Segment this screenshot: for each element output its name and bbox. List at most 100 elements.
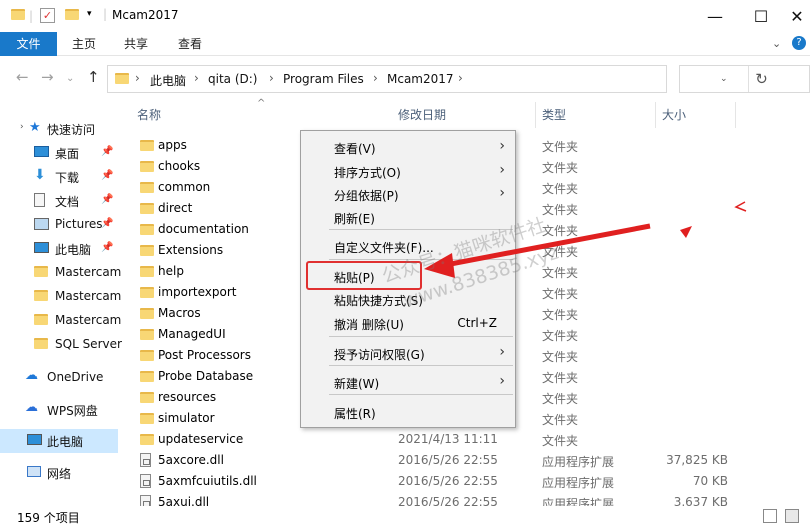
file-name: 5axmfcuiutils.dll — [158, 474, 257, 488]
nav-label: 此电脑 — [47, 435, 84, 449]
file-name: Extensions — [158, 243, 224, 257]
menu-item-label: 自定义文件夹(F)... — [334, 241, 434, 255]
nav-label: 网络 — [47, 467, 72, 481]
nav-item-quick-access[interactable]: › ★ 快速访问 — [0, 117, 118, 141]
breadcrumb-program-files[interactable]: Program Files — [283, 72, 364, 86]
chevron-right-icon[interactable]: › — [135, 71, 140, 85]
breadcrumb-this-pc[interactable]: 此电脑 — [150, 72, 186, 89]
menu-item[interactable]: 查看(V) › — [301, 136, 515, 159]
file-type: 文件夹 — [542, 140, 579, 154]
file-name: help — [158, 264, 184, 278]
chevron-right-icon[interactable]: › — [269, 71, 274, 85]
properties-icon[interactable]: ✓ — [40, 8, 55, 23]
forward-icon[interactable]: → — [41, 68, 54, 86]
window-title: Mcam2017 — [112, 8, 179, 22]
menu-shortcut: Ctrl+Z — [457, 316, 497, 330]
computer-icon — [27, 434, 42, 445]
column-name[interactable]: 名称 — [131, 102, 391, 128]
large-icons-view-icon[interactable] — [785, 509, 799, 523]
nav-item-onedrive[interactable]: ☁ OneDrive — [0, 366, 118, 390]
new-folder-icon[interactable] — [65, 9, 79, 23]
expand-ribbon-icon[interactable]: ⌄ — [772, 37, 781, 50]
breadcrumb-drive[interactable]: qita (D:) — [208, 72, 257, 86]
up-icon[interactable]: ↑ — [87, 68, 100, 86]
navigation-pane: › ★ 快速访问 桌面 📌 ⬇ 下载 📌 文档 📌 Pictures 📌 此电脑… — [0, 100, 122, 506]
nav-item-downloads[interactable]: ⬇ 下载 📌 — [0, 165, 118, 189]
chevron-right-icon[interactable]: › — [20, 122, 24, 132]
menu-item[interactable]: 排序方式(O) › — [301, 160, 515, 183]
menu-item[interactable]: 授予访问权限(G) › — [301, 342, 515, 365]
nav-item-mastercam-1[interactable]: Mastercam — [0, 261, 122, 285]
folder-icon — [140, 140, 154, 154]
nav-label: Mastercam — [55, 313, 122, 327]
minimize-button[interactable]: — — [692, 0, 738, 32]
nav-item-desktop[interactable]: 桌面 📌 — [0, 141, 118, 165]
folder-icon — [140, 371, 154, 385]
file-row[interactable]: updateservice 2021/4/13 11:11 文件夹 — [130, 429, 810, 450]
back-icon[interactable]: ← — [16, 68, 29, 86]
chevron-right-icon[interactable]: › — [373, 71, 378, 85]
nav-item-wps-drive[interactable]: ☁ WPS网盘 — [0, 398, 118, 422]
tab-share[interactable]: 共享 — [112, 32, 160, 56]
file-type: 文件夹 — [542, 413, 579, 427]
customize-toolbar-icon[interactable]: ▾ — [87, 9, 92, 19]
file-type: 文件夹 — [542, 350, 579, 364]
menu-item[interactable]: 自定义文件夹(F)... — [301, 235, 515, 258]
file-row[interactable]: 5axmfcuiutils.dll 2016/5/26 22:55 应用程序扩展 70… — [130, 471, 810, 492]
help-icon[interactable]: ? — [792, 36, 806, 50]
nav-item-this-pc-pinned[interactable]: 此电脑 📌 — [0, 237, 118, 261]
column-size[interactable]: 大小 — [656, 102, 736, 128]
menu-item[interactable]: 粘贴快捷方式(S) — [301, 288, 515, 311]
menu-separator — [329, 365, 513, 366]
maximize-button[interactable]: ☐ — [738, 0, 784, 32]
column-type[interactable]: 类型 — [536, 102, 656, 128]
menu-item[interactable]: 分组依据(P) › — [301, 183, 515, 206]
menu-item[interactable]: 新建(W) › — [301, 371, 515, 394]
nav-label: Mastercam — [55, 265, 122, 279]
nav-label: 此电脑 — [55, 243, 92, 257]
nav-item-mastercam-3[interactable]: Mastercam — [0, 309, 122, 333]
submenu-arrow-icon: › — [499, 185, 505, 201]
nav-item-network[interactable]: 网络 — [0, 461, 118, 485]
file-row[interactable]: 5axcore.dll 2016/5/26 22:55 应用程序扩展 37,825 K… — [130, 450, 810, 471]
file-name: apps — [158, 138, 187, 152]
nav-item-this-pc[interactable]: 此电脑 — [0, 429, 118, 453]
tab-view[interactable]: 查看 — [166, 32, 214, 56]
folder-icon[interactable] — [11, 9, 25, 23]
nav-item-pictures[interactable]: Pictures 📌 — [0, 213, 118, 237]
close-button[interactable]: ✕ — [784, 0, 810, 32]
pictures-icon — [34, 218, 49, 230]
dll-file-icon — [140, 474, 151, 491]
breadcrumb-mcam2017[interactable]: Mcam2017 — [387, 72, 454, 86]
menu-item-label: 排序方式(O) — [334, 166, 401, 180]
submenu-arrow-icon: › — [499, 344, 505, 360]
folder-icon — [34, 266, 48, 280]
folder-icon — [140, 182, 154, 196]
menu-item[interactable]: 刷新(E) — [301, 206, 515, 229]
nav-item-sql-server[interactable]: SQL Server — [0, 333, 122, 357]
menu-item[interactable]: 撤消 删除(U) Ctrl+Z — [301, 312, 515, 335]
nav-item-mastercam-2[interactable]: Mastercam — [0, 285, 121, 309]
column-date[interactable]: 修改日期 — [392, 102, 536, 128]
menu-item-label: 查看(V) — [334, 142, 376, 156]
menu-item-label: 授予访问权限(G) — [334, 348, 425, 362]
folder-icon — [140, 350, 154, 364]
star-icon: ★ — [29, 120, 41, 135]
folder-icon — [140, 203, 154, 217]
details-view-icon[interactable] — [763, 509, 777, 523]
computer-icon — [34, 242, 49, 253]
search-input[interactable] — [679, 65, 810, 93]
file-name: documentation — [158, 222, 249, 236]
address-bar[interactable]: › 此电脑 › qita (D:) › Program Files › Mcam… — [107, 65, 768, 93]
nav-item-documents[interactable]: 文档 📌 — [0, 189, 118, 213]
tab-home[interactable]: 主页 — [60, 32, 108, 56]
divider: | — [29, 9, 34, 23]
chevron-right-icon[interactable]: › — [458, 71, 463, 85]
chevron-right-icon[interactable]: › — [194, 71, 199, 85]
recent-locations-icon[interactable]: ⌄ — [66, 73, 74, 84]
file-name: Macros — [158, 306, 201, 320]
menu-item-label: 撤消 删除(U) — [334, 318, 404, 332]
item-count: 159 个项目 — [17, 511, 80, 525]
tab-file[interactable]: 文件 — [0, 32, 57, 56]
menu-item[interactable]: 属性(R) — [301, 401, 515, 424]
